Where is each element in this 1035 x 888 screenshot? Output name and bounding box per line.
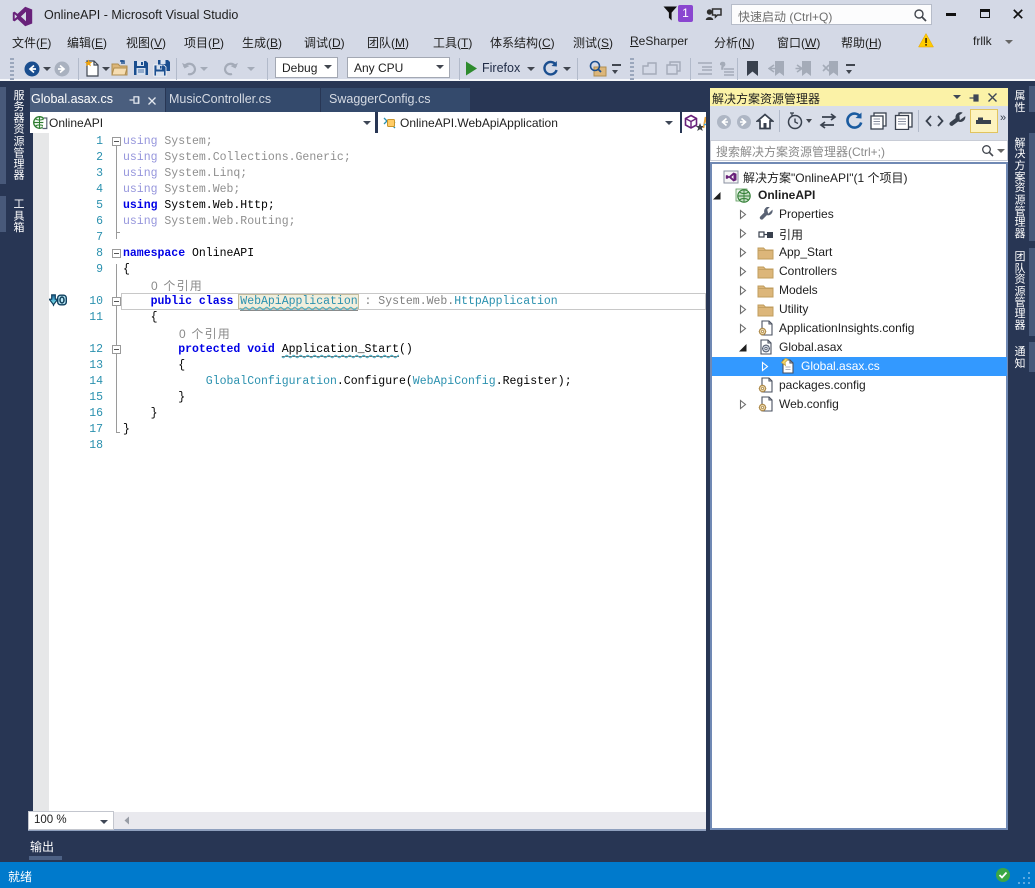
svg-text:?: ? bbox=[720, 61, 725, 71]
